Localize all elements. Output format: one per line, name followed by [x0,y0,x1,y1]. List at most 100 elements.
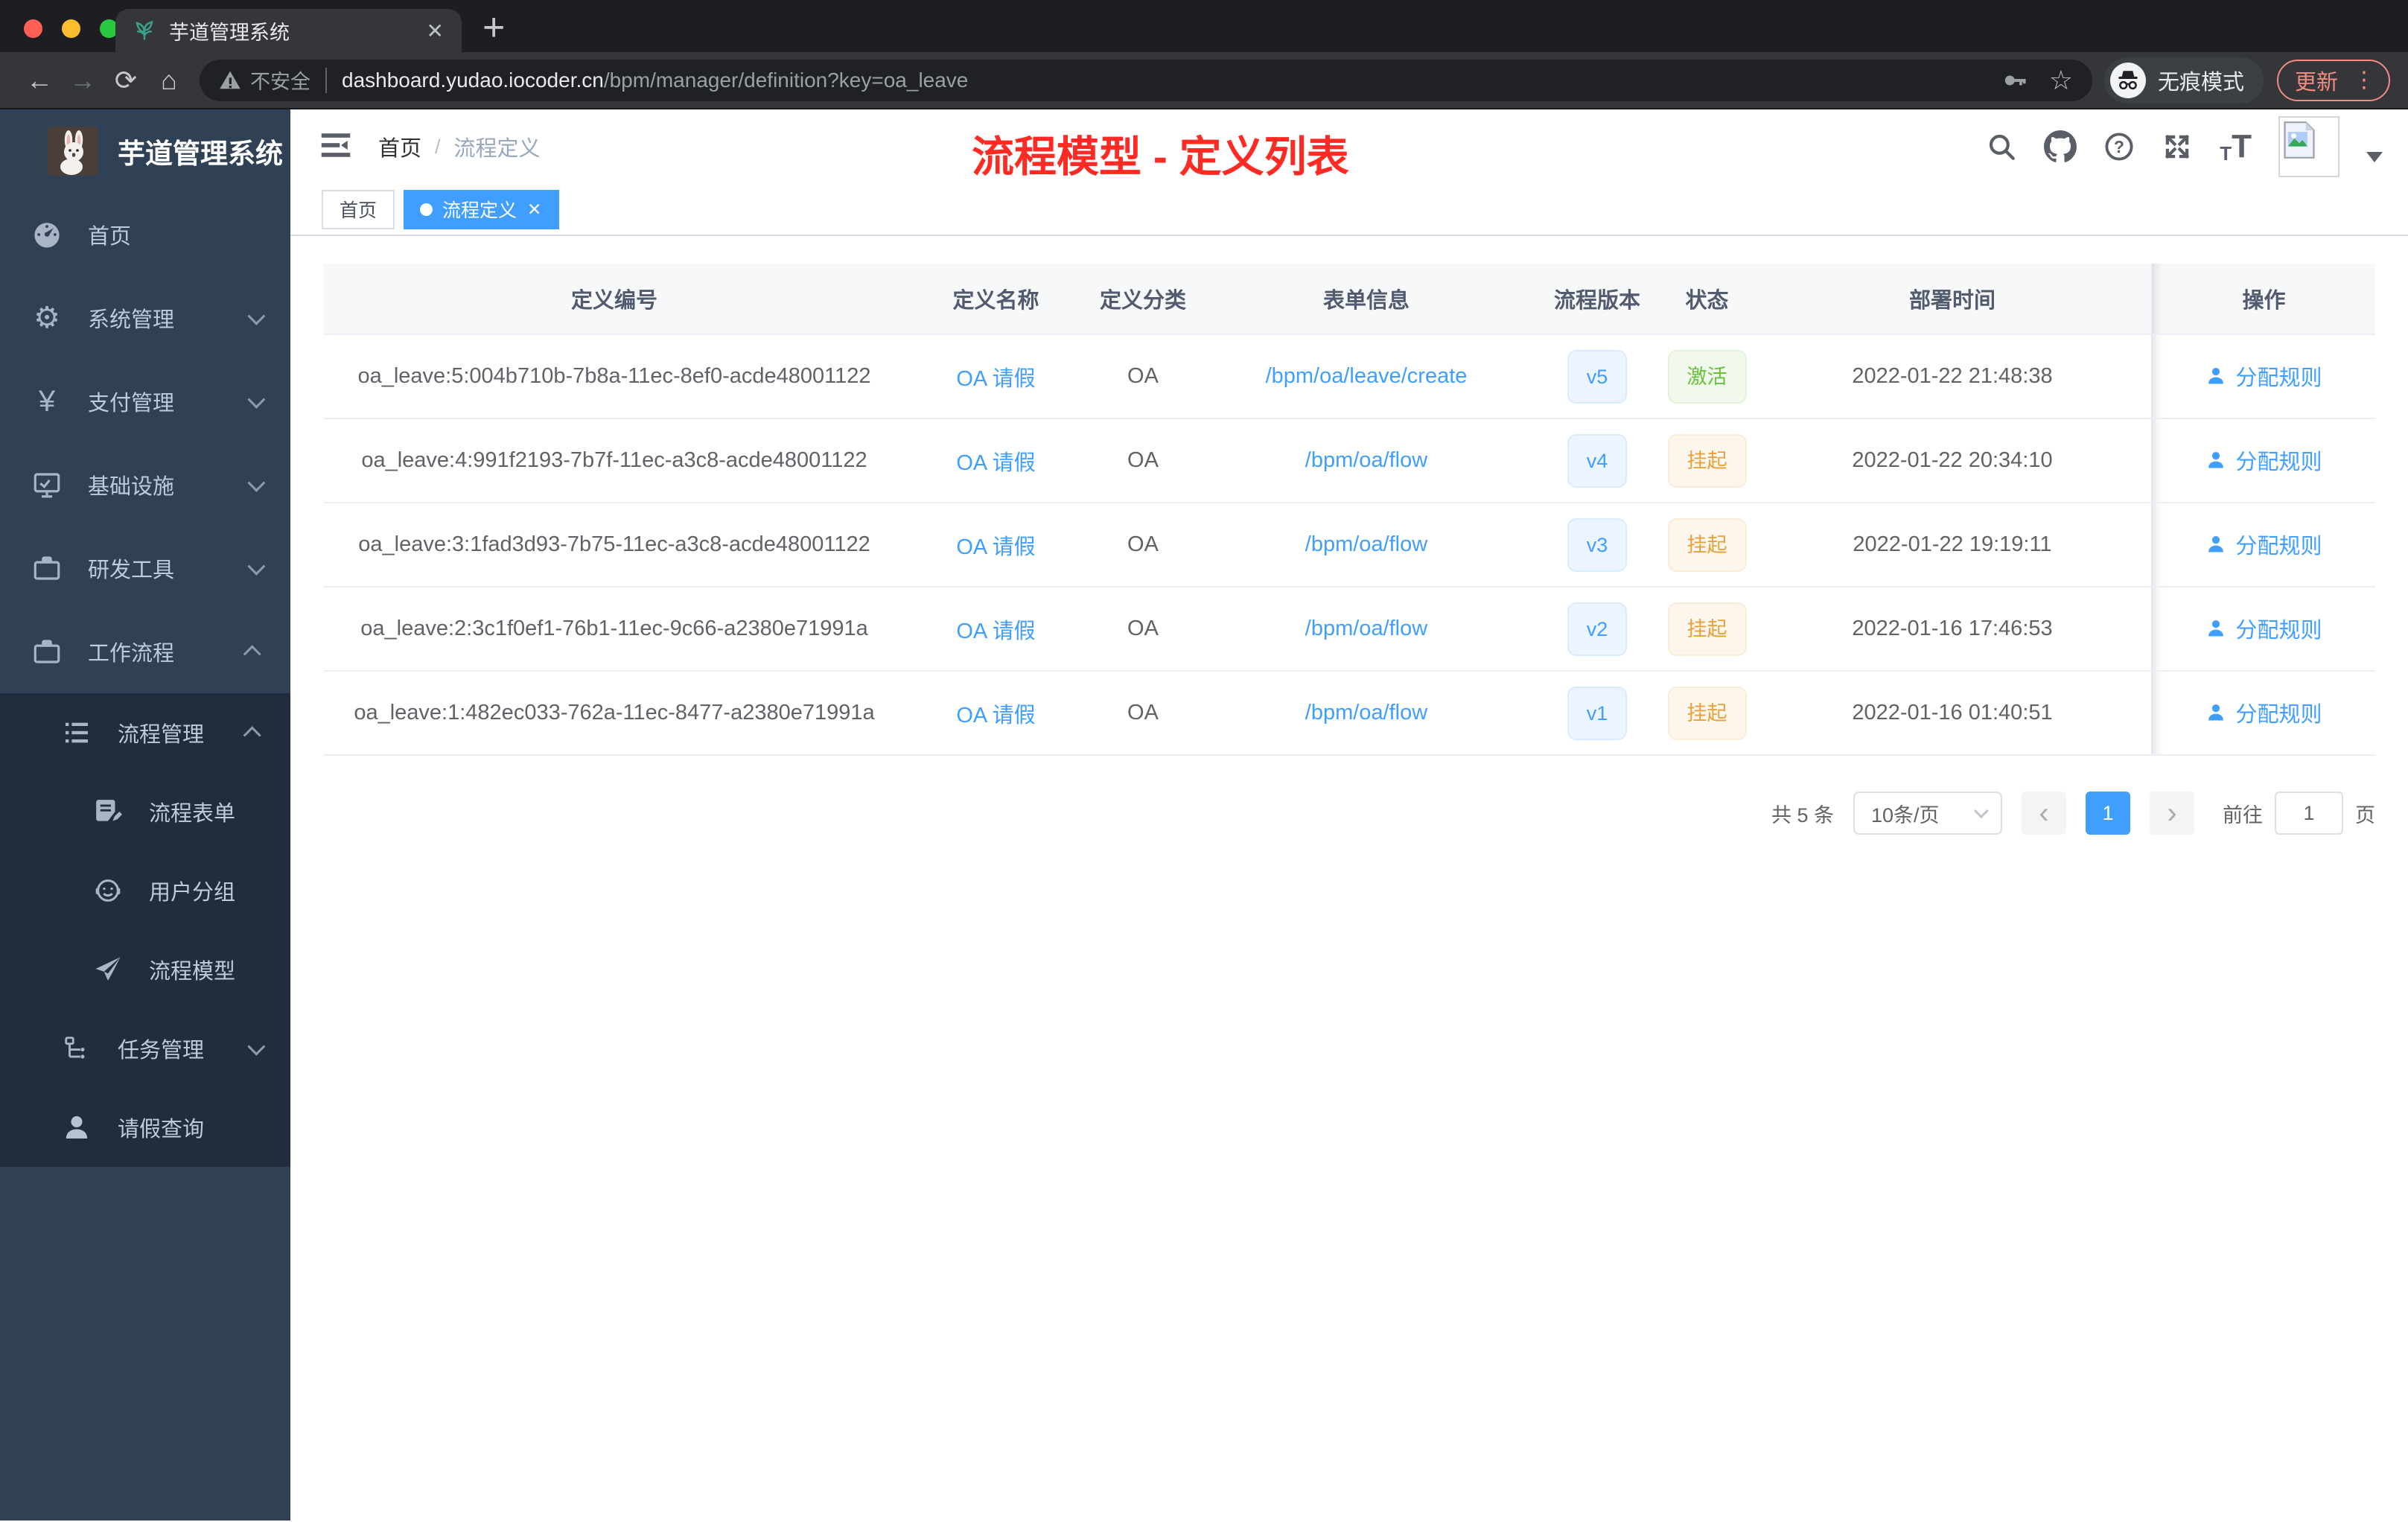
sidebar-item-process-model[interactable]: 流程模型 [0,930,290,1009]
app-title: 芋道管理系统 [118,138,283,169]
address-bar[interactable]: 不安全 dashboard.yudao.iocoder.cn/bpm/manag… [200,59,2092,101]
search-icon[interactable] [1986,131,2017,162]
col-process-version: 流程版本 [1534,264,1660,335]
caret-down-icon[interactable] [2366,152,2383,162]
sidebar-item-home[interactable]: 首页 [0,193,290,276]
tag-process-definition[interactable]: 流程定义 ✕ [404,189,560,229]
sidebar-item-label: 请假查询 [118,1118,205,1142]
assign-rule-button[interactable]: 分配规则 [2205,613,2322,644]
sidebar-item-leave-query[interactable]: 请假查询 [0,1088,290,1167]
status-badge: 激活 [1667,349,1747,404]
definition-id: oa_leave:1:482ec033-762a-11ec-8477-a2380… [324,671,905,756]
home-button[interactable]: ⌂ [147,65,191,96]
password-key-icon[interactable] [2001,68,2027,93]
chevron-down-icon [247,307,266,325]
browser-toolbar: ← → ⟳ ⌂ 不安全 dashboard.yudao.iocoder.cn/b… [0,52,2408,108]
gear-icon: ⚙ [34,302,60,334]
version-badge: v2 [1567,602,1628,656]
window-minimize-button[interactable] [62,19,80,38]
browser-update-button[interactable]: 更新 ⋮ [2276,59,2390,101]
forward-button[interactable]: → [61,65,104,96]
header-actions: ? TT [1986,109,2383,184]
window-controls[interactable] [24,19,118,38]
assign-rule-button[interactable]: 分配规则 [2205,445,2322,476]
avatar[interactable] [2278,116,2339,177]
tag-label: 首页 [340,200,378,221]
form-info-link[interactable]: /bpm/oa/flow [1305,617,1427,640]
page-annotation-title: 流程模型 - 定义列表 [972,133,1349,181]
form-info-link[interactable]: /bpm/oa/flow [1305,448,1427,472]
definition-name-link[interactable]: OA 请假 [956,451,1035,475]
chevron-down-icon [247,1037,266,1056]
sidebar-item-workflow[interactable]: 工作流程 [0,610,290,693]
deploy-time: 2022-01-22 20:34:10 [1754,418,2152,503]
site-favicon-icon [136,21,153,40]
deploy-time: 2022-01-16 01:40:51 [1754,671,2152,756]
help-icon[interactable]: ? [2103,131,2135,162]
sidebar-item-payment[interactable]: ¥ 支付管理 [0,360,290,443]
version-badge: v1 [1567,686,1628,740]
sidebar-item-system[interactable]: ⚙ 系统管理 [0,276,290,360]
assign-rule-button[interactable]: 分配规则 [2205,697,2322,728]
form-info-link[interactable]: /bpm/oa/flow [1305,532,1427,556]
definition-name-link[interactable]: OA 请假 [956,620,1035,643]
assign-rule-button[interactable]: 分配规则 [2205,360,2322,392]
paper-plane-icon [91,955,125,984]
sidebar-item-user-group[interactable]: 用户分组 [0,851,290,930]
sidebar-toggle-button[interactable] [320,132,351,162]
browser-tab[interactable]: 芋道管理系统 ✕ [115,9,462,52]
sidebar-item-label: 支付管理 [88,392,175,415]
col-status: 状态 [1660,264,1754,335]
chevron-up-icon [243,644,261,663]
assign-rule-button[interactable]: 分配规则 [2205,529,2322,560]
reload-button[interactable]: ⟳ [104,65,147,96]
breadcrumb: 首页 / 流程定义 [378,131,541,162]
next-page-button[interactable]: › [2150,792,2194,835]
monitor-icon [30,469,64,500]
pagination: 共 5 条 10条/页 ‹ 1 › 前往 页 [324,792,2375,835]
not-secure-label[interactable]: 不安全 [250,66,310,95]
definition-name-link[interactable]: OA 请假 [956,704,1035,727]
incognito-label: 无痕模式 [2157,70,2244,95]
bookmark-star-icon[interactable]: ☆ [2049,65,2073,96]
tag-home[interactable]: 首页 [322,189,395,229]
sidebar-item-label: 系统管理 [88,308,175,332]
form-info-link[interactable]: /bpm/oa/flow [1305,701,1427,725]
page-size-select[interactable]: 10条/页 [1853,792,2002,835]
window-close-button[interactable] [24,19,42,38]
sidebar-item-process-form[interactable]: 流程表单 [0,772,290,851]
fullscreen-icon[interactable] [2162,131,2193,162]
page-number-button[interactable]: 1 [2086,792,2130,835]
breadcrumb-separator: / [435,135,441,158]
breadcrumb-current: 流程定义 [453,137,541,161]
url-host: dashboard.yudao.iocoder.cn [342,68,604,92]
deploy-time: 2022-01-16 17:46:53 [1754,587,2152,672]
page-header: 首页 / 流程定义 流程模型 - 定义列表 ? T T [290,109,2408,184]
update-label: 更新 [2294,70,2338,95]
back-button[interactable]: ← [18,65,61,96]
github-icon[interactable] [2044,130,2077,163]
font-size-icon[interactable]: TT [2220,130,2252,164]
pagination-total: 共 5 条 [1771,803,1834,827]
goto-page-input[interactable] [2275,792,2343,835]
new-tab-button[interactable]: + [482,6,505,49]
browser-menu-icon[interactable]: ⋮ [2353,69,2375,92]
sidebar-item-label: 流程模型 [149,960,236,984]
definition-category: OA [1087,334,1199,419]
sidebar-item-dev-tools[interactable]: 研发工具 [0,526,290,610]
form-info-link[interactable]: /bpm/oa/leave/create [1266,364,1468,388]
definition-name-link[interactable]: OA 请假 [956,535,1035,559]
sidebar-item-task-management[interactable]: 任务管理 [0,1009,290,1088]
breadcrumb-home[interactable]: 首页 [378,131,421,162]
tag-close-icon[interactable]: ✕ [527,200,541,220]
active-dot [420,203,433,216]
browser-chrome: 芋道管理系统 ✕ + ← → ⟳ ⌂ 不安全 dashboard.yudao.i… [0,0,2408,109]
tags-view-bar: 首页 流程定义 ✕ [290,184,2408,236]
yuan-icon: ¥ [38,385,56,418]
sidebar-item-infrastructure[interactable]: 基础设施 [0,443,290,526]
definition-name-link[interactable]: OA 请假 [956,367,1035,391]
sidebar-item-process-management[interactable]: 流程管理 [0,693,290,772]
tab-close-icon[interactable]: ✕ [427,19,444,43]
briefcase-icon [30,553,64,584]
prev-page-button[interactable]: ‹ [2022,792,2066,835]
